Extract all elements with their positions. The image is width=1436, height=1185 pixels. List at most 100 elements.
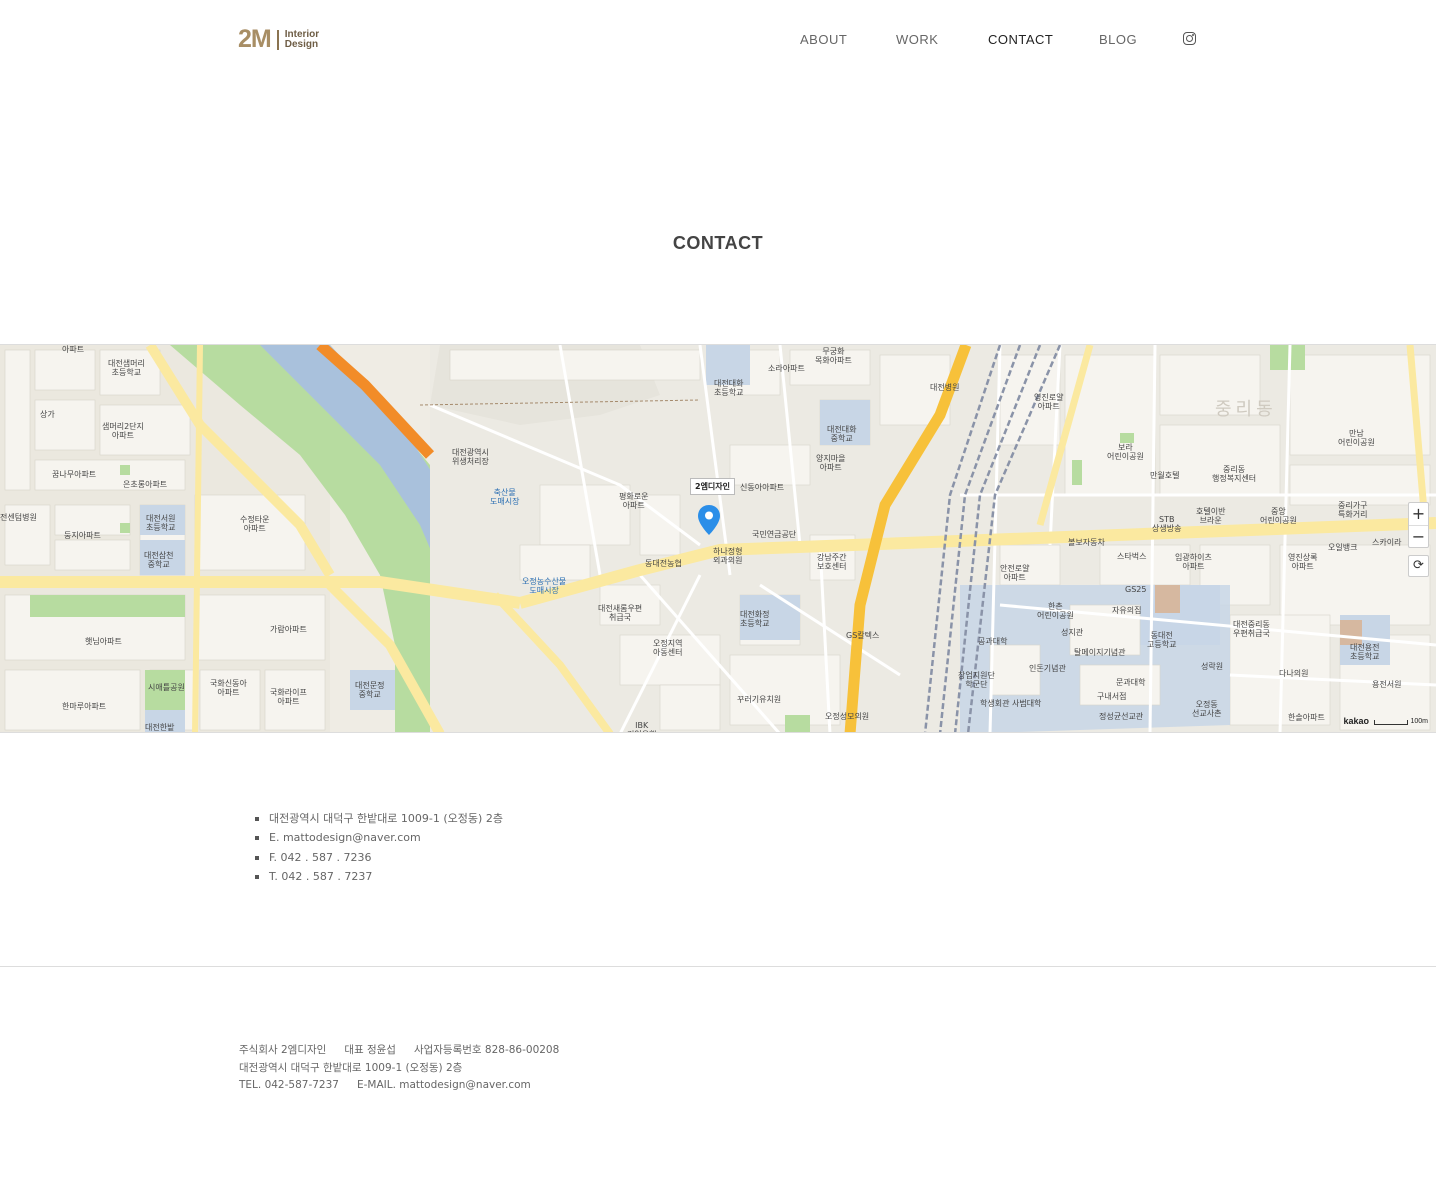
nav-about[interactable]: ABOUT <box>800 32 847 47</box>
footer-divider <box>0 966 1436 967</box>
map-label: STB 상생방송 <box>1152 515 1182 533</box>
map-label: 자유의집 <box>1112 606 1142 615</box>
page-title: CONTACT <box>672 233 764 253</box>
map-label: 오정농수산물 도매시장 <box>522 577 567 595</box>
contact-fax: F. 042 . 587 . 7236 <box>255 848 503 867</box>
map-attribution[interactable]: kakao <box>1343 716 1369 726</box>
map-label: 한솔아파트 <box>1288 713 1325 722</box>
site-footer: 주식회사 2엠디자인 대표 정윤섭 사업자등록번호 828-86-00208 대전광… <box>239 1042 559 1095</box>
map-label: 대전샘머리 초등학교 <box>108 359 145 377</box>
map-label: 오정성모의원 <box>825 712 870 721</box>
map-label: 소라아파트 <box>768 364 805 373</box>
map-label: 만월호텔 <box>1150 471 1180 480</box>
map-label: 볼보자동차 <box>1068 538 1105 547</box>
map-label: 국화라이프 아파트 <box>270 688 307 706</box>
nav-contact[interactable]: CONTACT <box>988 32 1053 47</box>
map-label: GS칼텍스 <box>846 631 880 640</box>
footer-address: 대전광역시 대덕구 한밭대로 1009-1 (오정동) 2층 <box>239 1061 463 1074</box>
map-label: 샘머리2단지 아파트 <box>102 422 144 440</box>
map-label: 영진로얄 아파트 <box>1034 393 1064 411</box>
map-label: 대전문정 중학교 <box>355 681 385 699</box>
map-label: 꿈나무아파트 <box>52 470 97 479</box>
map-label: 대전중리동 우편취급국 <box>1233 620 1270 638</box>
footer-biz-no: 사업자등록번호 828-86-00208 <box>413 1044 560 1056</box>
map-label: 대전한밭 <box>145 723 175 732</box>
map-label: 중리가구 특화거리 <box>1338 501 1368 519</box>
site-header: 2M Interior Design ABOUT WORK CONTACT BL… <box>0 0 1436 80</box>
map-label: 오정지역 아동센터 <box>653 639 683 657</box>
map-label: 강남주간 보호센터 <box>817 553 847 571</box>
map-label: 안전로얄 아파트 <box>1000 564 1030 582</box>
map-label: 대전광역시 위생처리장 <box>452 448 489 466</box>
footer-tel: TEL. 042-587-7237 <box>239 1079 339 1091</box>
nav-blog[interactable]: BLOG <box>1099 32 1137 47</box>
map-label: 대전대화 중학교 <box>827 425 857 443</box>
map-label: 대전새롬우편 취급국 <box>598 604 643 622</box>
map-label: 국화신동아 아파트 <box>210 679 247 697</box>
map-label: 햇님아파트 <box>85 637 122 646</box>
map-label: 호텔이반 브라운 <box>1196 507 1226 525</box>
map-label: 축산물 도매시장 <box>490 488 520 506</box>
map-label: 대전용전 초등학교 <box>1350 643 1380 661</box>
map-label: 평화로운 아파트 <box>619 492 649 510</box>
map-label: 탈메이지기념관 <box>1074 648 1126 657</box>
map-label: 꾸러기유치원 <box>737 695 782 704</box>
zoom-control: + − <box>1408 502 1429 548</box>
map-label: 다나의원 <box>1279 669 1309 678</box>
footer-ceo: 대표 정윤섭 <box>344 1044 396 1056</box>
map-scale: 100m <box>1374 718 1428 725</box>
contact-info-list: 대전광역시 대덕구 한밭대로 1009-1 (오정동) 2층 E. mattod… <box>255 809 503 886</box>
map-label: 한촌 어린이공원 <box>1037 602 1074 620</box>
map-label: 학생회관 사범대학 <box>980 699 1042 708</box>
map-label: GS25 <box>1125 585 1147 594</box>
map-label: 만남 어린이공원 <box>1338 429 1375 447</box>
marker-label: 2엠디자인 <box>690 478 736 495</box>
map-label: 대전대화 초등학교 <box>714 379 744 397</box>
map-label: 상가 <box>40 410 55 419</box>
map-label: 가람아파트 <box>270 625 307 634</box>
map-label: 한마루아파트 <box>62 702 107 711</box>
map-label: 문과대학 <box>1116 678 1146 687</box>
location-pin-icon[interactable] <box>697 504 721 536</box>
map-label: 스타벅스 <box>1117 552 1147 561</box>
reset-map-button[interactable]: ⟳ <box>1408 555 1429 577</box>
map-label: 보라 어린이공원 <box>1107 443 1144 461</box>
map-label: 무궁화 목화아파트 <box>815 347 852 365</box>
footer-company: 주식회사 2엠디자인 <box>239 1044 327 1056</box>
scale-bar <box>1374 720 1409 725</box>
map-label: 전센텀병원 <box>0 513 37 522</box>
map-label: 중리동 행정복지센터 <box>1212 465 1257 483</box>
map-label: 정성균선교관 <box>1099 712 1144 721</box>
map-label: 양지마을 아파트 <box>816 454 846 472</box>
map-label: 스카이라 <box>1372 538 1402 547</box>
footer-row-contact: TEL. 042-587-7237 E-MAIL. mattodesign@nav… <box>239 1077 559 1095</box>
map-label: 오정동 선교사촌 <box>1192 700 1222 718</box>
contact-email: E. mattodesign@naver.com <box>255 828 503 847</box>
map-label: 둥지아파트 <box>64 531 101 540</box>
map-label: 창업지원단 학군단 <box>958 671 995 689</box>
zoom-out-button[interactable]: − <box>1409 525 1428 547</box>
map-label: 성지관 <box>1061 628 1084 637</box>
zoom-in-button[interactable]: + <box>1409 503 1428 525</box>
map-label: 공과대학 <box>978 637 1008 646</box>
map-label: 국민연금공단 <box>752 530 797 539</box>
map-label: 인돈기념관 <box>1029 664 1066 673</box>
map-label: 아파트 <box>62 345 85 354</box>
map-label: 대전서원 초등학교 <box>146 514 176 532</box>
contact-phone: T. 042 . 587 . 7237 <box>255 867 503 886</box>
footer-email: E-MAIL. mattodesign@naver.com <box>356 1079 531 1091</box>
map-label: 대전화정 초등학교 <box>740 610 770 628</box>
location-map[interactable]: 아파트 대전샘머리 초등학교 상가 샘머리2단지 아파트 꿈나무아파트 은초롱아… <box>0 344 1436 733</box>
map-label: IBK 기업은행 <box>627 721 656 732</box>
instagram-icon[interactable] <box>1183 32 1196 45</box>
map-label: 은초롱아파트 <box>123 480 168 489</box>
map-label: 임광하이츠 아파트 <box>1175 553 1212 571</box>
map-label: 구내서점 <box>1097 692 1127 701</box>
map-label: 대전삼천 중학교 <box>144 551 174 569</box>
map-label: 성락원 <box>1201 662 1224 671</box>
map-label: 중앙 어린이공원 <box>1260 507 1297 525</box>
map-label: 하나정형 외과의원 <box>713 547 743 565</box>
footer-row-company: 주식회사 2엠디자인 대표 정윤섭 사업자등록번호 828-86-00208 <box>239 1042 559 1060</box>
map-label: 용전서원 <box>1372 680 1402 689</box>
nav-work[interactable]: WORK <box>896 32 938 47</box>
